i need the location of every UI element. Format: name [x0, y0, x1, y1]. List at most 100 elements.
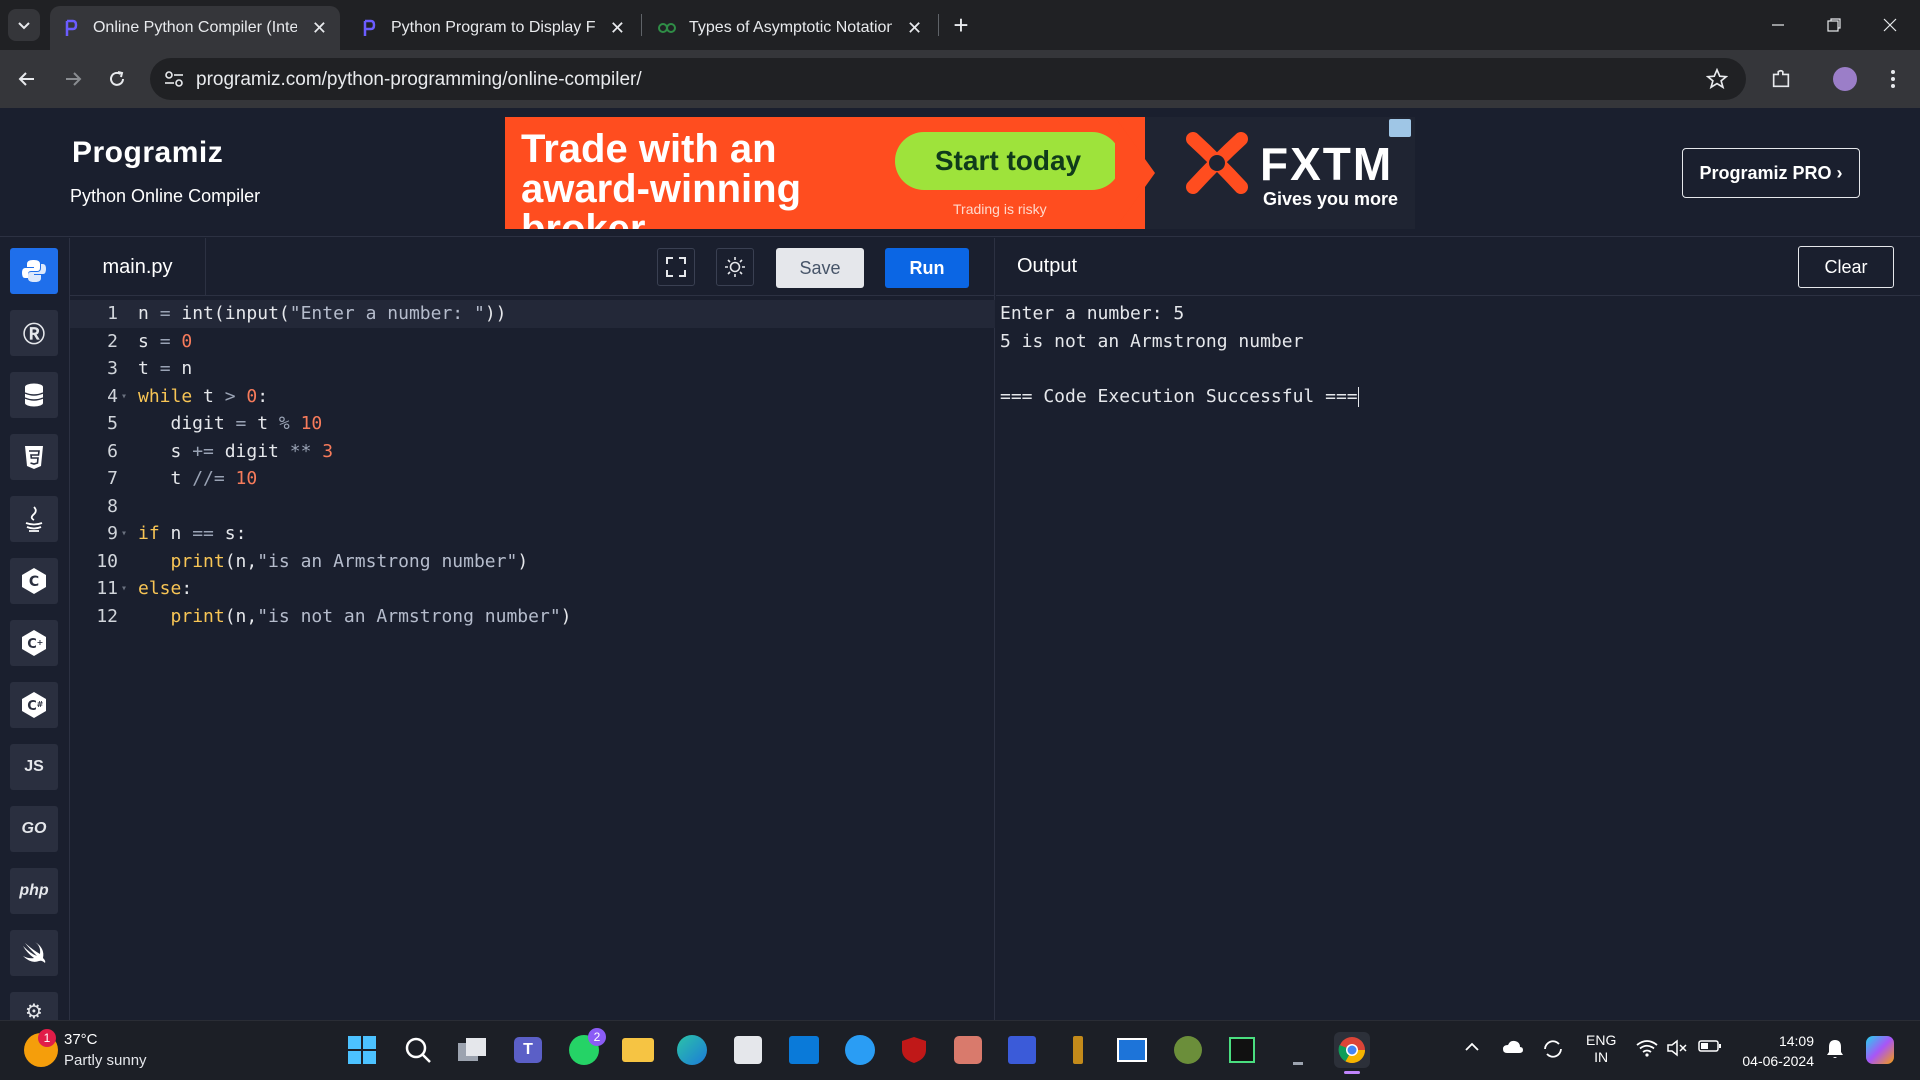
go-icon: GO	[21, 820, 47, 837]
lang-java-button[interactable]	[10, 496, 58, 542]
onedrive-tray[interactable]	[1502, 1039, 1524, 1058]
lang-cpp-button[interactable]: C +	[10, 620, 58, 666]
close-tab-icon[interactable]: ✕	[311, 18, 328, 38]
code-area[interactable]: 1 n = int(input("Enter a number: ")) 2 s =…	[70, 300, 995, 630]
avatar	[1833, 67, 1857, 91]
app-generic-icon	[1117, 1038, 1147, 1062]
start-button[interactable]	[344, 1032, 380, 1068]
lang-python-button[interactable]	[10, 248, 58, 294]
weather-temperature[interactable]: 37°C	[64, 1031, 98, 1048]
battery-tray[interactable]	[1698, 1039, 1722, 1056]
extensions-button[interactable]	[1764, 62, 1798, 96]
app-icon-7[interactable]	[1280, 1032, 1316, 1068]
editor-header: main.py Save Run	[70, 238, 995, 296]
back-button[interactable]	[10, 62, 44, 96]
tab-asymptotic[interactable]: Types of Asymptotic Notations in Complex…	[645, 6, 935, 50]
lang-go-button[interactable]: GO	[10, 806, 58, 852]
ad-tagline: Gives you more	[1263, 189, 1399, 209]
reload-button[interactable]	[100, 62, 134, 96]
app-generic-icon	[1229, 1037, 1255, 1063]
advertisement-banner[interactable]: Trade with an award-winning broker. Star…	[505, 117, 1415, 229]
app-icon-6[interactable]	[1224, 1032, 1260, 1068]
close-window-button[interactable]	[1862, 0, 1918, 50]
menu-button[interactable]	[1876, 62, 1910, 96]
profile-button[interactable]	[1828, 62, 1862, 96]
app-icon-4[interactable]	[1114, 1032, 1150, 1068]
bookmark-star-icon[interactable]	[1706, 68, 1728, 90]
lang-html-button[interactable]	[10, 434, 58, 480]
code-text: s += digit ** 3	[138, 440, 334, 462]
task-view-button[interactable]	[454, 1032, 490, 1068]
lang-js-button[interactable]: JS	[10, 744, 58, 790]
search-button[interactable]	[400, 1032, 436, 1068]
tab-fibonacci[interactable]: Python Program to Display Fibonacci Sequ…	[348, 6, 638, 50]
lang-php-button[interactable]: php	[10, 868, 58, 914]
file-tab-main[interactable]: main.py	[70, 238, 206, 296]
tab-search-button[interactable]	[8, 9, 40, 41]
sync-tray[interactable]	[1542, 1039, 1564, 1062]
help-app[interactable]	[842, 1032, 878, 1068]
store-app[interactable]	[730, 1032, 766, 1068]
language-indicator[interactable]: ENG IN	[1586, 1032, 1616, 1066]
run-button[interactable]: Run	[885, 248, 969, 288]
php-icon: php	[19, 882, 49, 899]
lang-swift-button[interactable]	[10, 930, 58, 976]
lang-csharp-button[interactable]: C #	[10, 682, 58, 728]
line-number: 12	[96, 605, 118, 627]
code-line: 8	[70, 493, 995, 521]
output-console[interactable]: Enter a number: 5 5 is not an Armstrong …	[1000, 300, 1359, 410]
output-line: 5 is not an Armstrong number	[1000, 330, 1304, 352]
lang-c-button[interactable]: C	[10, 558, 58, 604]
new-tab-button[interactable]: +	[948, 12, 974, 38]
clock-date: 04-06-2024	[1742, 1053, 1814, 1069]
forward-button[interactable]	[56, 62, 90, 96]
teams-app[interactable]: T	[510, 1032, 546, 1068]
programiz-pro-button[interactable]: Programiz PRO ›	[1682, 148, 1860, 198]
close-tab-icon[interactable]: ✕	[906, 18, 923, 38]
clear-button[interactable]: Clear	[1798, 246, 1894, 288]
line-number: 8	[107, 495, 118, 517]
notifications-button[interactable]	[1826, 1039, 1844, 1062]
save-button[interactable]: Save	[776, 248, 864, 288]
tab-title: Python Program to Display Fibonacci Sequ…	[390, 19, 595, 36]
minimize-button[interactable]	[1750, 0, 1806, 50]
restore-icon	[1827, 18, 1841, 32]
restore-button[interactable]	[1806, 0, 1862, 50]
close-tab-icon[interactable]: ✕	[609, 18, 626, 38]
fold-arrow-icon[interactable]: ▾	[121, 520, 127, 548]
app-icon-2[interactable]	[1004, 1032, 1040, 1068]
fold-arrow-icon[interactable]: ▾	[121, 383, 127, 411]
app-icon-5[interactable]	[1170, 1032, 1206, 1068]
tab-python-compiler[interactable]: Online Python Compiler (Interpreter) ✕	[50, 6, 340, 50]
adchoices-icon[interactable]	[1389, 119, 1411, 137]
svg-text:C: C	[29, 574, 39, 590]
line-number: 2	[107, 330, 118, 352]
bell-icon	[1827, 1040, 1843, 1058]
wifi-tray[interactable]	[1636, 1039, 1658, 1060]
volume-tray[interactable]	[1666, 1039, 1688, 1060]
lang-sql-button[interactable]	[10, 372, 58, 418]
fold-arrow-icon[interactable]: ▾	[121, 575, 127, 603]
mcafee-app[interactable]	[896, 1032, 932, 1068]
programiz-logo[interactable]: Programiz	[72, 136, 223, 170]
chevron-down-icon	[18, 22, 30, 30]
edge-app[interactable]	[674, 1032, 710, 1068]
theme-toggle-button[interactable]	[716, 248, 754, 286]
app-icon-1[interactable]	[950, 1032, 986, 1068]
show-hidden-icons-button[interactable]	[1464, 1039, 1480, 1055]
system-clock[interactable]: 14:09 04-06-2024	[1736, 1031, 1814, 1071]
app-icon-3[interactable]	[1060, 1032, 1096, 1068]
file-explorer-app[interactable]	[620, 1032, 656, 1068]
close-icon	[1883, 18, 1897, 32]
ad-cta-button[interactable]: Start today	[895, 132, 1121, 190]
copilot-button[interactable]	[1862, 1032, 1898, 1068]
address-bar[interactable]: programiz.com/python-programming/online-…	[150, 58, 1746, 100]
lang-rust-button[interactable]: ⚙	[10, 992, 58, 1023]
hp-app[interactable]	[786, 1032, 822, 1068]
weather-condition[interactable]: Partly sunny	[64, 1052, 147, 1069]
lang-r-button[interactable]: Ⓡ	[10, 310, 58, 356]
whatsapp-app[interactable]: 2	[566, 1028, 606, 1068]
site-settings-icon[interactable]	[164, 70, 184, 88]
fullscreen-button[interactable]	[657, 248, 695, 286]
chrome-app[interactable]	[1334, 1032, 1370, 1074]
